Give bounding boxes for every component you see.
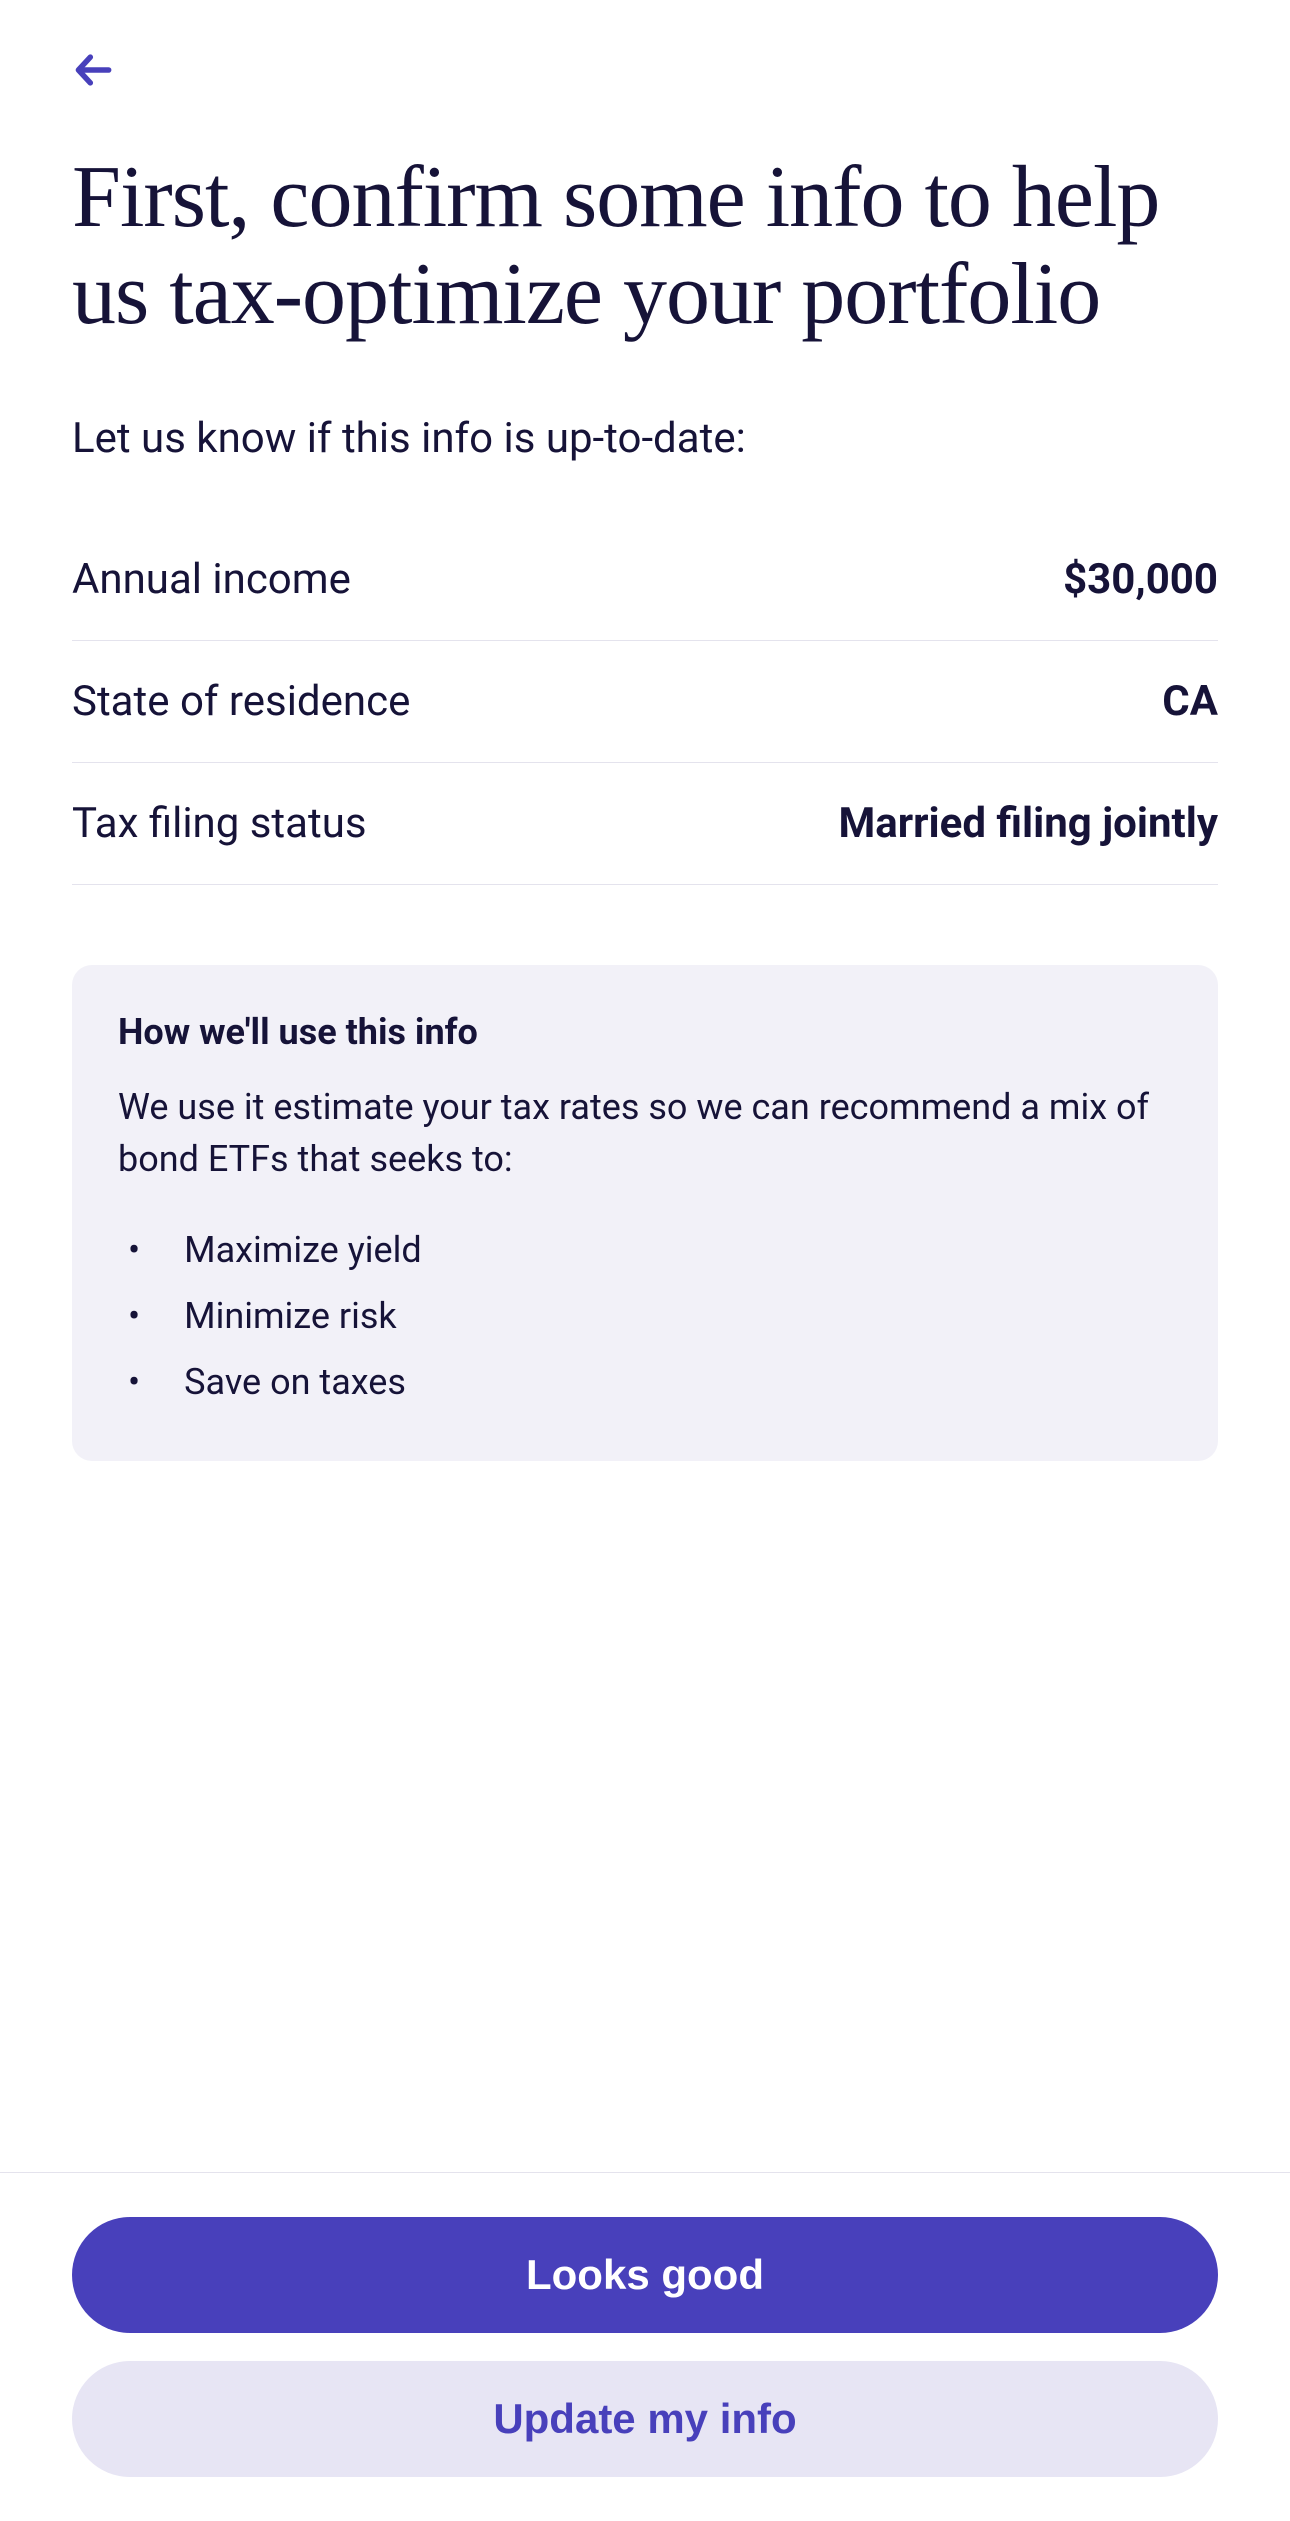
- list-item: Maximize yield: [128, 1217, 1172, 1283]
- list-item: Save on taxes: [128, 1349, 1172, 1415]
- info-row-income: Annual income $30,000: [72, 519, 1218, 641]
- filing-value: Married filing jointly: [839, 799, 1218, 848]
- info-row-filing: Tax filing status Married filing jointly: [72, 763, 1218, 885]
- card-body: We use it estimate your tax rates so we …: [118, 1081, 1172, 1185]
- page-subtext: Let us know if this info is up-to-date:: [72, 414, 1218, 463]
- card-title: How we'll use this info: [118, 1011, 1172, 1053]
- back-button[interactable]: [72, 40, 116, 100]
- page-title: First, confirm some info to help us tax-…: [72, 150, 1218, 344]
- card-list: Maximize yield Minimize risk Save on tax…: [118, 1217, 1172, 1415]
- main-content: First, confirm some info to help us tax-…: [0, 0, 1290, 1461]
- state-label: State of residence: [72, 677, 410, 726]
- looks-good-button[interactable]: Looks good: [72, 2217, 1218, 2333]
- info-row-state: State of residence CA: [72, 641, 1218, 763]
- info-card: How we'll use this info We use it estima…: [72, 965, 1218, 1461]
- update-info-button[interactable]: Update my info: [72, 2361, 1218, 2477]
- income-value: $30,000: [1063, 555, 1218, 604]
- arrow-left-icon: [72, 48, 116, 92]
- income-label: Annual income: [72, 555, 351, 604]
- filing-label: Tax filing status: [72, 799, 367, 848]
- footer-actions: Looks good Update my info: [0, 2172, 1290, 2521]
- list-item: Minimize risk: [128, 1283, 1172, 1349]
- state-value: CA: [1162, 677, 1218, 726]
